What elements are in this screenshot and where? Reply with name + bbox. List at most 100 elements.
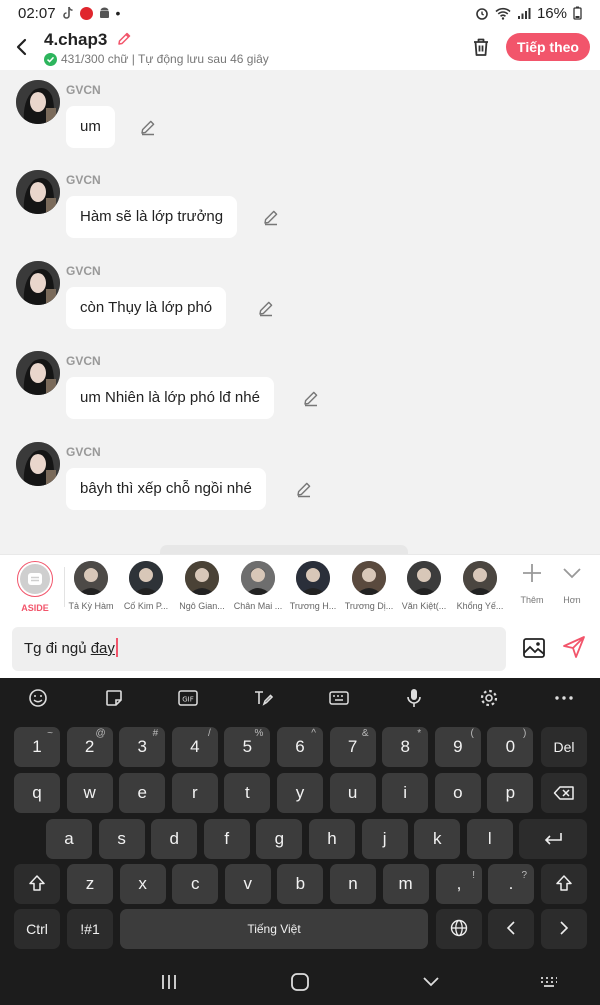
key-4[interactable]: 4/ (171, 727, 218, 767)
key-t[interactable]: t (224, 773, 271, 813)
key-3[interactable]: 3 # (119, 727, 166, 767)
next-button[interactable]: Tiếp theo (506, 33, 590, 61)
more-characters-button[interactable]: Hơn (552, 561, 592, 605)
key-1[interactable]: 1 ~ (14, 727, 60, 767)
key-p[interactable]: p (487, 773, 534, 813)
sticker-icon[interactable] (102, 686, 126, 710)
key-ctrl[interactable]: Ctrl (14, 909, 60, 949)
key-z[interactable]: z (67, 864, 113, 904)
shift-icon (29, 875, 45, 891)
key-l[interactable]: l (466, 819, 513, 859)
edit-message-icon[interactable] (302, 389, 320, 407)
input-text: Tg đi ngủ (24, 640, 91, 657)
character-item[interactable]: Ngô Gian... (174, 561, 230, 611)
gif-icon[interactable]: GIF (176, 686, 200, 710)
emoji-icon[interactable] (26, 686, 50, 710)
avatar[interactable] (16, 351, 60, 395)
key-0[interactable]: 0) (487, 727, 534, 767)
message-bubble[interactable]: Hàm sẽ là lớp trưởng (66, 196, 238, 238)
key-left-arrow[interactable] (488, 909, 534, 949)
key-2[interactable]: 2 @ (66, 727, 113, 767)
character-item[interactable]: Trương Dị... (341, 561, 397, 611)
message-bubble[interactable]: bâyh thì xếp chỗ ngồi nhé (66, 468, 266, 510)
message-bubble[interactable]: um Nhiên là lớp phó lđ nhé (66, 377, 274, 419)
character-item[interactable]: Tả Kỳ Hàm (63, 561, 119, 611)
key-x[interactable]: x (119, 864, 166, 904)
edit-message-icon[interactable] (257, 299, 275, 317)
handwriting-icon[interactable] (251, 686, 275, 710)
key-7[interactable]: 7 & (329, 727, 376, 767)
key-w[interactable]: w (66, 773, 113, 813)
keyboard-mode-icon[interactable] (327, 686, 351, 710)
key-a[interactable]: a (46, 819, 92, 859)
key-n[interactable]: n (330, 864, 376, 904)
message-input[interactable]: Tg đi ngủ đay (12, 627, 506, 671)
key-f[interactable]: f (203, 819, 250, 859)
trash-icon[interactable] (470, 36, 492, 58)
add-character-button[interactable]: Thêm (512, 561, 552, 605)
message-bubble[interactable]: còn Thụy là lớp phó (66, 287, 227, 329)
edit-message-icon[interactable] (262, 208, 280, 226)
key-b[interactable]: b (277, 864, 324, 904)
key-s[interactable]: s (98, 819, 145, 859)
wifi-icon (495, 7, 511, 20)
key-o[interactable]: o (434, 773, 481, 813)
character-item[interactable]: Chân Mai ... (230, 561, 286, 611)
key-k[interactable]: k (414, 819, 461, 859)
key-6[interactable]: 6 ^ (277, 727, 323, 767)
key-h[interactable]: h (309, 819, 355, 859)
keyboard-switch-icon[interactable] (537, 970, 561, 994)
key-comma[interactable]: ,! (436, 864, 482, 904)
avatar[interactable] (16, 80, 60, 124)
more-options-icon[interactable] (552, 686, 576, 710)
key-9[interactable]: 9( (434, 727, 481, 767)
key-shift-left[interactable] (14, 864, 60, 904)
key-e[interactable]: e (119, 773, 166, 813)
edit-message-icon[interactable] (295, 480, 313, 498)
edit-message-icon[interactable] (139, 118, 157, 136)
aside-character[interactable]: ASIDE (7, 561, 63, 613)
hide-keyboard-icon[interactable] (419, 970, 443, 994)
send-icon[interactable] (561, 634, 587, 660)
key-language[interactable] (436, 909, 482, 949)
key-right-arrow[interactable] (541, 909, 587, 949)
recent-apps-icon[interactable] (157, 970, 181, 994)
home-icon[interactable] (288, 970, 312, 994)
key-i[interactable]: i (382, 773, 429, 813)
key-backspace[interactable] (541, 773, 587, 813)
microphone-icon[interactable] (402, 686, 426, 710)
key-5[interactable]: 5% (224, 727, 271, 767)
key-u[interactable]: u (329, 773, 376, 813)
key-d[interactable]: d (151, 819, 198, 859)
character-item[interactable]: Trương H... (285, 561, 341, 611)
avatar[interactable] (16, 442, 60, 486)
key-q[interactable]: q (14, 773, 60, 813)
character-item[interactable]: Cố Kim P... (118, 561, 174, 611)
key-y[interactable]: y (277, 773, 323, 813)
key-enter[interactable] (519, 819, 587, 859)
avatar[interactable] (16, 261, 60, 305)
key-period[interactable]: .? (488, 864, 534, 904)
settings-icon[interactable] (477, 686, 501, 710)
key-r[interactable]: r (171, 773, 218, 813)
key-g[interactable]: g (256, 819, 303, 859)
key-symbols[interactable]: !#1 (67, 909, 113, 949)
key-v[interactable]: v (224, 864, 271, 904)
word-count-status: 431/300 chữ | Tự động lưu sau 46 giây (44, 52, 269, 66)
key-del[interactable]: Del (541, 727, 587, 767)
key-m[interactable]: m (382, 864, 429, 904)
back-arrow-icon[interactable] (12, 34, 32, 60)
character-avatar (352, 561, 386, 595)
chapter-title[interactable]: 4.chap3 (44, 30, 132, 50)
edit-title-icon[interactable] (116, 31, 132, 47)
character-item[interactable]: Văn Kiệt(... (396, 561, 452, 611)
avatar[interactable] (16, 170, 60, 214)
character-item[interactable]: Khổng Yế... (452, 561, 508, 611)
key-shift-right[interactable] (541, 864, 587, 904)
image-icon[interactable] (522, 636, 546, 660)
key-c[interactable]: c (172, 864, 219, 904)
key-j[interactable]: j (361, 819, 408, 859)
key-8[interactable]: 8 * (382, 727, 429, 767)
message-bubble[interactable]: um (66, 106, 115, 148)
key-space[interactable]: Tiếng Việt (120, 909, 428, 949)
